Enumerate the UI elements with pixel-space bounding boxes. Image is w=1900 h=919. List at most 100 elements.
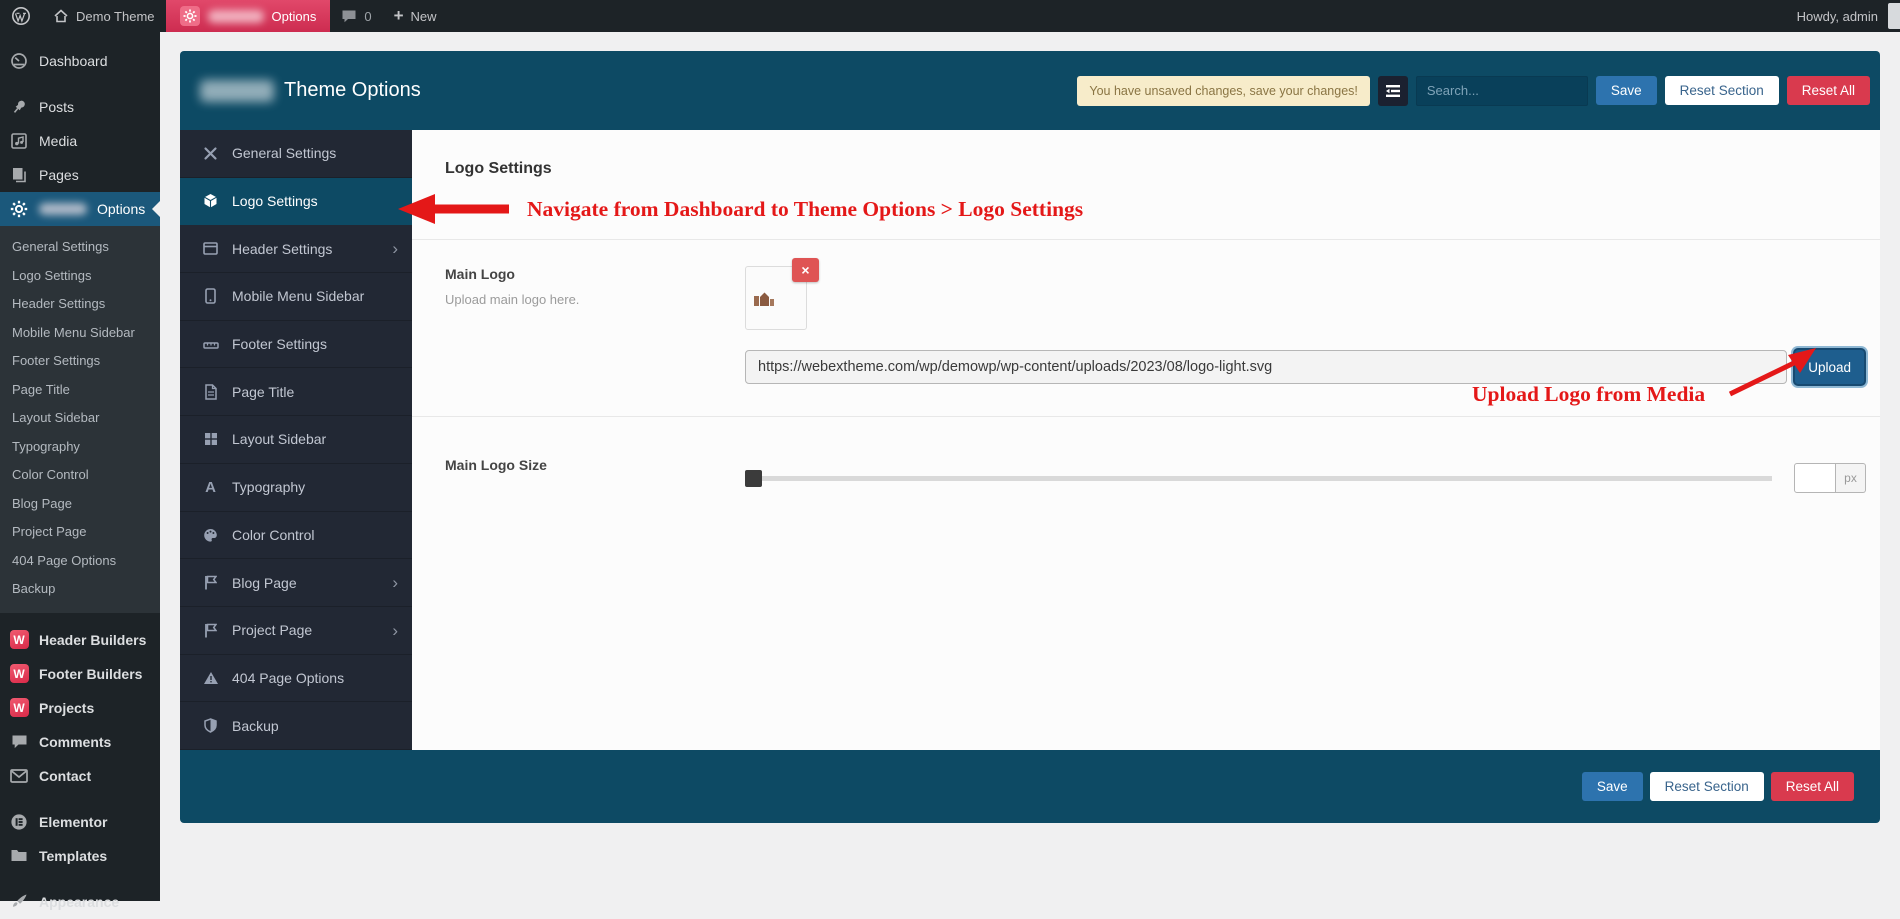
admin-content-area: Theme Options You have unsaved changes, … bbox=[160, 32, 1900, 901]
sidebar-item-footer-builders[interactable]: W Footer Builders bbox=[0, 657, 160, 691]
adminbar-comments[interactable]: 0 bbox=[330, 0, 382, 32]
elementor-icon bbox=[9, 813, 29, 831]
slider-track[interactable] bbox=[745, 476, 1772, 481]
howdy-account-menu[interactable]: Howdy, admin bbox=[1787, 9, 1888, 24]
reset-section-button[interactable]: Reset Section bbox=[1665, 76, 1779, 105]
sidebar-item-projects[interactable]: W Projects bbox=[0, 691, 160, 725]
logo-size-slider[interactable] bbox=[745, 470, 1772, 487]
adminbar-theme-options-tab[interactable]: Options bbox=[166, 0, 331, 32]
reset-all-button[interactable]: Reset All bbox=[1787, 76, 1870, 105]
avatar[interactable] bbox=[1888, 3, 1900, 29]
cube-icon bbox=[202, 193, 219, 209]
sidebar-submenu-project-page[interactable]: Project Page bbox=[0, 518, 160, 547]
mobile-icon bbox=[202, 288, 219, 304]
sidebar-submenu-blog-page[interactable]: Blog Page bbox=[0, 490, 160, 519]
options-menu-footer-settings[interactable]: Footer Settings bbox=[180, 321, 412, 369]
options-menu-general-settings[interactable]: General Settings bbox=[180, 130, 412, 178]
sidebar-item-theme-options[interactable]: Options bbox=[0, 192, 160, 226]
options-menu-color-control[interactable]: Color Control bbox=[180, 512, 412, 560]
wordpress-logo-icon bbox=[11, 6, 31, 26]
sidebar-item-posts[interactable]: Posts bbox=[0, 90, 160, 124]
options-menu-label: Typography bbox=[232, 479, 305, 495]
sidebar-submenu-footer-settings[interactable]: Footer Settings bbox=[0, 347, 160, 376]
warning-triangle-icon bbox=[202, 671, 219, 685]
remove-logo-button[interactable]: × bbox=[792, 258, 819, 282]
sidebar-submenu-backup[interactable]: Backup bbox=[0, 575, 160, 604]
sidebar-submenu-logo-settings[interactable]: Logo Settings bbox=[0, 262, 160, 291]
pushpin-icon bbox=[9, 98, 29, 116]
options-menu-label: General Settings bbox=[232, 145, 336, 161]
reset-all-button-bottom[interactable]: Reset All bbox=[1771, 772, 1854, 801]
field-main-logo-size: Main Logo Size px bbox=[412, 417, 1880, 523]
sidebar-label: Media bbox=[39, 133, 77, 149]
chevron-right-icon: › bbox=[392, 622, 398, 639]
options-menu-page-title[interactable]: Page Title bbox=[180, 368, 412, 416]
options-menu-backup[interactable]: Backup bbox=[180, 702, 412, 750]
sidebar-label: Pages bbox=[39, 167, 79, 183]
sidebar-label: Templates bbox=[39, 848, 107, 864]
expand-options-button[interactable] bbox=[1378, 76, 1408, 106]
logo-url-input[interactable] bbox=[745, 350, 1787, 384]
plus-icon: + bbox=[394, 7, 404, 24]
sidebar-label: Elementor bbox=[39, 814, 107, 830]
chevron-right-icon: › bbox=[392, 240, 398, 257]
comment-bubble-icon bbox=[341, 9, 357, 24]
search-input[interactable] bbox=[1416, 76, 1588, 106]
tools-icon bbox=[202, 146, 219, 161]
pages-icon bbox=[9, 166, 29, 184]
adminbar-site-name[interactable]: Demo Theme bbox=[42, 0, 166, 32]
options-menu-typography[interactable]: A Typography bbox=[180, 464, 412, 512]
sidebar-item-header-builders[interactable]: W Header Builders bbox=[0, 623, 160, 657]
sidebar-submenu-layout-sidebar[interactable]: Layout Sidebar bbox=[0, 404, 160, 433]
redacted-brand bbox=[200, 80, 274, 102]
sidebar-item-contact[interactable]: Contact bbox=[0, 759, 160, 793]
sidebar-submenu-general-settings[interactable]: General Settings bbox=[0, 233, 160, 262]
slider-handle[interactable] bbox=[745, 470, 762, 487]
wordpress-logo-icon[interactable] bbox=[0, 0, 42, 32]
logo-size-input[interactable] bbox=[1794, 463, 1836, 493]
palette-icon bbox=[202, 528, 219, 542]
sidebar-item-appearance[interactable]: Appearance bbox=[0, 885, 160, 919]
adminbar-new-button[interactable]: + New bbox=[383, 0, 448, 32]
sidebar-submenu-color-control[interactable]: Color Control bbox=[0, 461, 160, 490]
sidebar-item-media[interactable]: Media bbox=[0, 124, 160, 158]
sidebar-label: Dashboard bbox=[39, 53, 108, 69]
new-label: New bbox=[411, 9, 437, 24]
options-menu-label: Project Page bbox=[232, 622, 312, 638]
options-menu-layout-sidebar[interactable]: Layout Sidebar bbox=[180, 416, 412, 464]
save-button[interactable]: Save bbox=[1596, 76, 1657, 105]
sidebar-item-dashboard[interactable]: Dashboard bbox=[0, 44, 160, 78]
envelope-icon bbox=[9, 769, 29, 783]
redacted-brand bbox=[208, 10, 264, 23]
comments-count: 0 bbox=[364, 9, 371, 24]
upload-button[interactable]: Upload bbox=[1793, 348, 1866, 386]
sidebar-label: Options bbox=[97, 201, 145, 217]
options-menu-header-settings[interactable]: Header Settings › bbox=[180, 225, 412, 273]
options-menu-logo-settings[interactable]: Logo Settings bbox=[180, 178, 412, 226]
options-menu-project-page[interactable]: Project Page › bbox=[180, 607, 412, 655]
sidebar-label: Footer Builders bbox=[39, 666, 142, 682]
sidebar-submenu-typography[interactable]: Typography bbox=[0, 433, 160, 462]
reset-section-button-bottom[interactable]: Reset Section bbox=[1650, 772, 1764, 801]
section-title: Logo Settings bbox=[445, 160, 1847, 178]
sidebar-item-elementor[interactable]: Elementor bbox=[0, 805, 160, 839]
options-menu-label: Backup bbox=[232, 718, 279, 734]
sidebar-item-comments[interactable]: Comments bbox=[0, 725, 160, 759]
theme-options-menu: General Settings Logo Settings Header Se… bbox=[180, 130, 412, 750]
sidebar-item-pages[interactable]: Pages bbox=[0, 158, 160, 192]
options-menu-blog-page[interactable]: Blog Page › bbox=[180, 559, 412, 607]
sidebar-submenu-mobile-menu-sidebar[interactable]: Mobile Menu Sidebar bbox=[0, 319, 160, 348]
sidebar-submenu-page-title[interactable]: Page Title bbox=[0, 376, 160, 405]
save-button-bottom[interactable]: Save bbox=[1582, 772, 1643, 801]
options-menu-404-page-options[interactable]: 404 Page Options bbox=[180, 655, 412, 703]
comment-bubble-icon bbox=[9, 734, 29, 750]
logo-preview-image bbox=[754, 291, 774, 306]
field-label: Main Logo Size bbox=[445, 457, 745, 473]
sidebar-submenu-404-page-options[interactable]: 404 Page Options bbox=[0, 547, 160, 576]
field-main-logo: Main Logo Upload main logo here. bbox=[412, 240, 1880, 417]
header-layout-icon bbox=[202, 242, 219, 255]
sidebar-submenu-header-settings[interactable]: Header Settings bbox=[0, 290, 160, 319]
document-icon bbox=[202, 384, 219, 400]
sidebar-item-templates[interactable]: Templates bbox=[0, 839, 160, 873]
options-menu-mobile-menu-sidebar[interactable]: Mobile Menu Sidebar bbox=[180, 273, 412, 321]
